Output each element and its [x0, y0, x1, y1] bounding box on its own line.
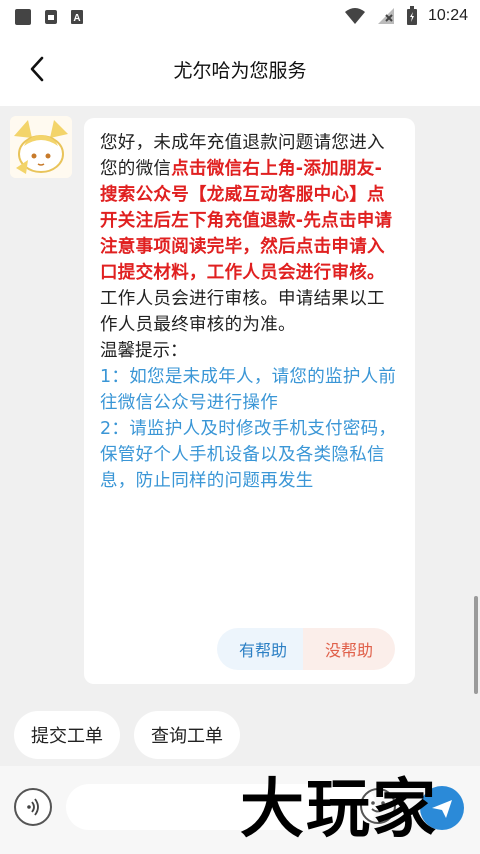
message-bubble: 您好，未成年充值退款问题请您进入您的微信点击微信右上角-添加朋友-搜索公众号【龙…	[84, 118, 415, 684]
query-ticket-button[interactable]: 查询工单	[134, 711, 240, 759]
tip-item-1: 1：如您是未成年人，请您的监护人前往微信公众号进行操作	[100, 367, 397, 413]
wifi-icon	[344, 8, 365, 24]
not-helpful-button[interactable]: 没帮助	[303, 628, 395, 670]
tip-item-2: 2：请监护人及时修改手机支付密码，保管好个人手机设备以及各类隐私信息，防止同样的…	[100, 419, 397, 491]
status-time: 10:24	[427, 7, 468, 24]
voice-icon	[27, 798, 39, 816]
emoji-icon	[371, 801, 385, 813]
square-icon	[15, 9, 31, 25]
anime-avatar-icon	[10, 116, 72, 178]
message-input[interactable]	[66, 784, 376, 830]
message-outro: 工作人员会进行审核。申请结果以工作人员最终审核的为准。	[100, 289, 385, 335]
send-icon	[432, 800, 452, 818]
nav-bar: 尤尔哈为您服务	[0, 34, 480, 106]
font-a-icon: A	[71, 10, 83, 24]
emoji-button[interactable]	[360, 788, 396, 824]
tips-title: 温馨提示：	[100, 341, 188, 361]
no-signal-icon	[377, 8, 394, 24]
page-title: 尤尔哈为您服务	[173, 60, 307, 82]
quick-actions: 提交工单 查询工单	[14, 711, 240, 759]
feedback-group: 有帮助 没帮助	[217, 628, 395, 670]
message-text: 您好，未成年充值退款问题请您进入您的微信点击微信右上角-添加朋友-搜索公众号【龙…	[100, 130, 399, 338]
lock-icon	[45, 10, 57, 24]
status-bar: A 10:24	[0, 0, 480, 34]
helpful-button[interactable]: 有帮助	[217, 628, 309, 670]
agent-avatar	[10, 116, 72, 178]
input-bar	[0, 766, 480, 854]
submit-ticket-button[interactable]: 提交工单	[14, 711, 120, 759]
scrollbar[interactable]	[474, 596, 478, 694]
chat-area[interactable]: 您好，未成年充值退款问题请您进入您的微信点击微信右上角-添加朋友-搜索公众号【龙…	[0, 106, 480, 766]
svg-text:A: A	[73, 13, 80, 24]
send-button[interactable]	[420, 786, 464, 830]
voice-button[interactable]	[14, 788, 52, 826]
battery-charging-icon	[406, 6, 417, 25]
